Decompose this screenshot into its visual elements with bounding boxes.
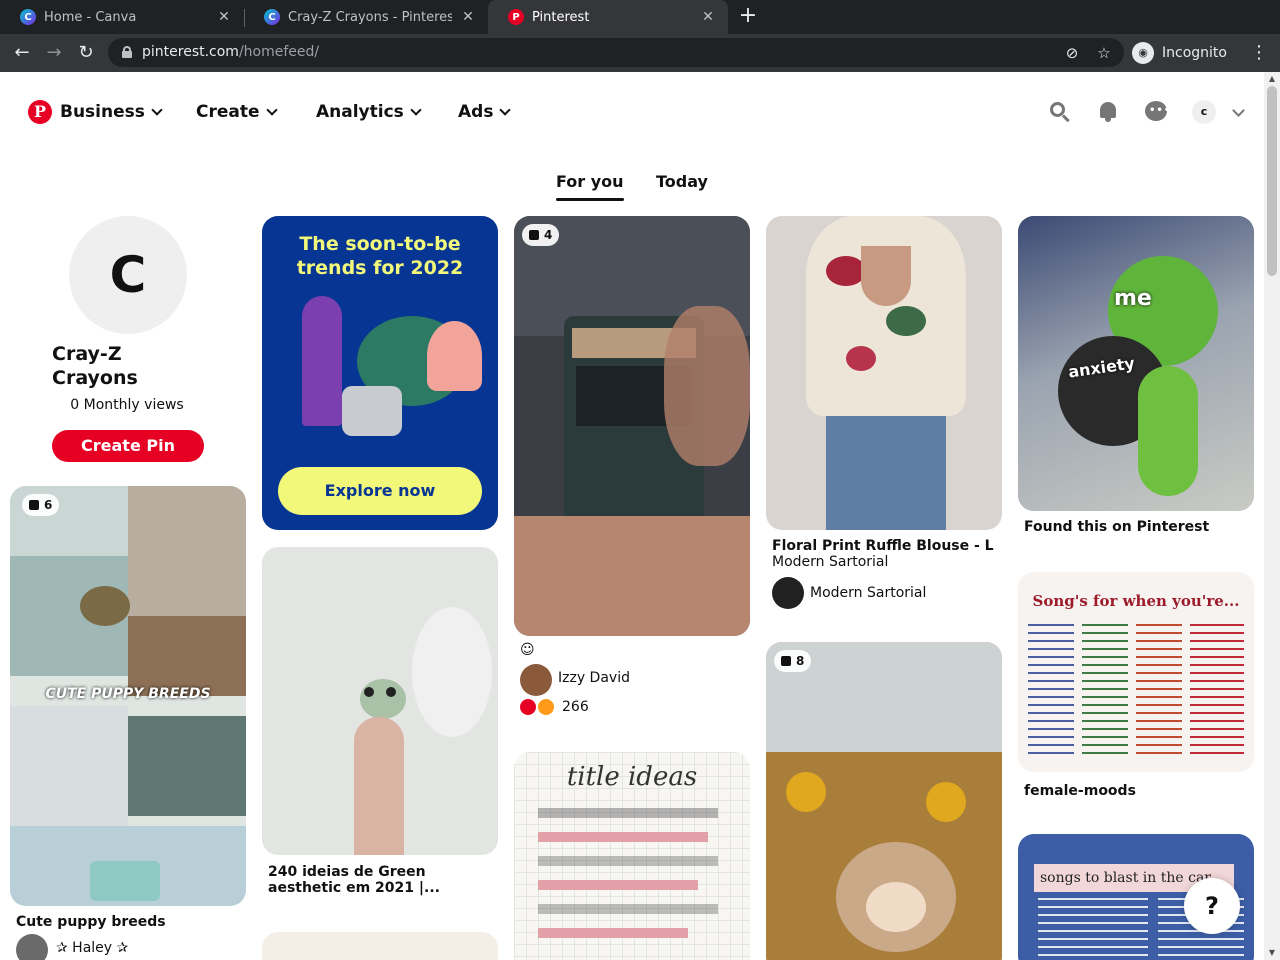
search-icon[interactable] [1048,100,1072,124]
back-button[interactable]: ← [10,41,34,65]
nav-business[interactable]: Business [60,100,163,124]
lock-icon [122,46,132,58]
pin-overlay-text: me [1114,286,1152,311]
eye-off-icon[interactable]: ⊘ [1062,43,1082,63]
promo-illustration [302,296,342,426]
canva-icon: C [20,9,36,25]
board-icon [781,656,791,666]
pin-songs-list[interactable]: Song's for when you're... [1018,572,1254,772]
pin-overlay-text: Song's for when you're... [1032,592,1240,610]
pin-partial[interactable] [262,932,498,960]
tab-title: Cray-Z Crayons - Pinterest [288,9,452,25]
chevron-down-icon [265,103,278,116]
pin-overlay-text: CUTE PUPPY BREEDS [45,686,211,702]
reaction-count: 266 [562,699,589,715]
address-bar[interactable]: pinterest.com/homefeed/ ⊘ ☆ [108,38,1124,67]
pin-caption: ☺ [520,642,535,658]
create-pin-button[interactable]: Create Pin [52,430,204,462]
chevron-down-icon[interactable] [1232,104,1245,117]
url-text: pinterest.com/homefeed/ [142,44,320,60]
pin-hedgehog[interactable]: 8 [766,642,1002,960]
pinterest-page: P Business Create Analytics Ads ••• c Fo… [0,72,1264,960]
monthly-views: 0 Monthly views [70,397,184,413]
tab-today[interactable]: Today [656,172,708,191]
pin-count-badge: 4 [522,224,560,246]
chevron-down-icon [151,103,163,116]
incognito-icon: ◉ [1132,42,1154,64]
reload-button[interactable]: ↻ [74,41,98,65]
active-tab-indicator [556,198,624,201]
avatar[interactable] [16,934,48,960]
pin-title[interactable]: Found this on Pinterest [1024,519,1209,535]
profile-name[interactable]: Cray-Z Crayons [52,342,192,390]
pin-title-ideas[interactable]: title ideas [514,752,750,960]
pin-title[interactable]: 240 ideias de Green aesthetic em 2021 |.… [268,864,492,896]
wow-icon [538,699,554,715]
chevron-down-icon [499,103,512,116]
pin-overlay-text: title ideas [566,762,698,792]
pin-author[interactable]: Izzy David [558,670,630,686]
board-icon [29,500,39,510]
menu-icon[interactable]: ⋮ [1250,41,1268,65]
pin-cute-puppy-breeds[interactable]: CUTE PUPPY BREEDS 6 [10,486,246,906]
tab-for-you[interactable]: For you [556,172,624,191]
heart-icon [520,699,536,715]
pinterest-logo[interactable]: P [28,100,52,124]
scroll-down-icon[interactable]: ▼ [1264,946,1280,960]
tab-title: Home - Canva [44,9,137,25]
help-button[interactable]: ? [1184,878,1240,934]
pin-count-badge: 6 [22,494,60,516]
pin-title[interactable]: Cute puppy breeds [16,914,166,930]
scrollbar[interactable]: ▲ ▼ [1264,72,1280,960]
browser-tab-strip: C Home - Canva ✕ C Cray-Z Crayons - Pint… [0,0,1280,34]
pin-title[interactable]: Floral Print Ruffle Blouse - L [772,538,994,554]
new-tab-button[interactable]: + [736,5,760,29]
account-avatar[interactable]: c [1192,100,1216,124]
pin-title[interactable]: female-moods [1024,783,1136,799]
board-icon [529,230,539,240]
pin-train[interactable]: 4 [514,216,750,636]
nav-create[interactable]: Create [196,100,278,124]
chat-icon[interactable]: ••• [1144,100,1170,124]
nav-analytics[interactable]: Analytics [316,100,422,124]
pin-author[interactable]: ✰ Haley ✰ [56,940,128,956]
tab-title: Pinterest [532,9,590,25]
close-icon[interactable]: ✕ [460,9,476,25]
pin-overlay-text: songs to blast in the car [1040,870,1211,886]
browser-toolbar: ← → ↻ pinterest.com/homefeed/ ⊘ ☆ ◉ Inco… [0,34,1280,72]
scrollbar-thumb[interactable] [1267,86,1277,276]
bell-icon[interactable] [1096,100,1120,124]
promo-title: The soon-to-be trends for 2022 [296,233,464,279]
tab-cray-z-crayons[interactable]: C Cray-Z Crayons - Pinterest ✕ [244,0,488,34]
incognito-label: Incognito [1162,45,1227,61]
forward-button[interactable]: → [42,41,66,65]
star-icon[interactable]: ☆ [1094,43,1114,63]
pin-count-badge: 8 [774,650,812,672]
pin-green-aesthetic[interactable] [262,547,498,855]
pinterest-icon: P [508,9,524,25]
nav-ads[interactable]: Ads [458,100,512,124]
pin-author[interactable]: Modern Sartorial [810,585,926,601]
scroll-up-icon[interactable]: ▲ [1264,72,1280,86]
chevron-down-icon [410,103,422,116]
profile-avatar[interactable]: C [69,216,187,334]
tab-canva-home[interactable]: C Home - Canva ✕ [0,0,244,34]
pin-floral-blouse[interactable] [766,216,1002,530]
close-icon[interactable]: ✕ [216,9,232,25]
avatar[interactable] [520,664,552,696]
explore-now-button[interactable]: Explore now [278,467,482,515]
avatar[interactable] [772,577,804,609]
promo-card[interactable]: The soon-to-be trends for 2022 Explore n… [262,216,498,530]
pin-kermit-meme[interactable]: me anxiety [1018,216,1254,511]
pin-subtitle: Modern Sartorial [772,554,889,570]
close-icon[interactable]: ✕ [700,9,716,25]
tab-pinterest[interactable]: P Pinterest ✕ [488,0,728,34]
canva-icon: C [264,9,280,25]
incognito-indicator[interactable]: ◉ Incognito [1132,41,1227,65]
